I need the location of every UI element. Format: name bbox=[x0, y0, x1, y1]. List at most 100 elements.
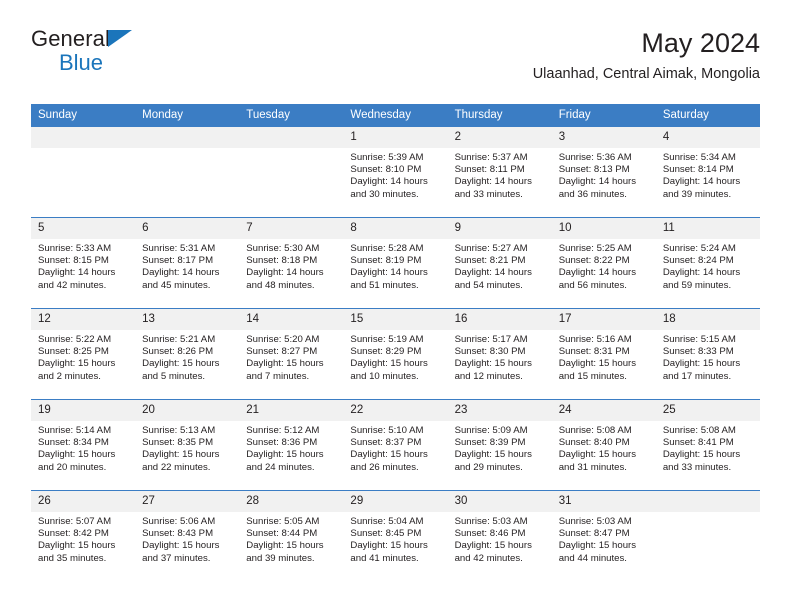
sunrise-text: Sunrise: 5:24 AM bbox=[662, 243, 736, 254]
daylight-text-line2: and 30 minutes. bbox=[350, 188, 419, 200]
weekday-header-row: Sunday Monday Tuesday Wednesday Thursday… bbox=[31, 104, 760, 127]
triangle-icon bbox=[108, 30, 132, 47]
day-number: 23 bbox=[447, 400, 552, 421]
day-cell[interactable]: 10 Sunrise: 5:25 AM Sunset: 8:22 PM Dayligh… bbox=[551, 217, 656, 309]
weekday-header-sunday: Sunday bbox=[31, 104, 136, 127]
daylight-text-line2: and 33 minutes. bbox=[662, 461, 732, 473]
day-cell[interactable]: 5 Sunrise: 5:33 AM Sunset: 8:15 PM Daylight… bbox=[31, 217, 136, 309]
day-number: 2 bbox=[447, 127, 552, 148]
day-details: Sunrise: 5:14 AM Sunset: 8:34 PM Daylight:… bbox=[31, 421, 135, 474]
day-cell[interactable]: 27 Sunrise: 5:06 AM Sunset: 8:43 PM Dayligh… bbox=[135, 490, 240, 581]
sunrise-text: Sunrise: 5:08 AM bbox=[662, 425, 736, 436]
day-cell[interactable]: 7 Sunrise: 5:30 AM Sunset: 8:18 PM Daylight… bbox=[239, 217, 344, 309]
day-cell[interactable]: 2 Sunrise: 5:37 AM Sunset: 8:11 PM Daylight… bbox=[447, 127, 552, 218]
day-number: 30 bbox=[447, 491, 552, 512]
daylight-text-line1: Daylight: 15 hours bbox=[38, 540, 116, 552]
sunrise-text: Sunrise: 5:22 AM bbox=[38, 334, 112, 345]
daylight-text-line1: Daylight: 14 hours bbox=[454, 176, 532, 188]
calendar-body: 1 Sunrise: 5:39 AM Sunset: 8:10 PM Daylight… bbox=[31, 127, 760, 581]
day-number: 5 bbox=[31, 218, 136, 239]
daylight-text-line1: Daylight: 14 hours bbox=[558, 267, 637, 279]
calendar-week-row: 26 Sunrise: 5:07 AM Sunset: 8:42 PM Dayligh… bbox=[31, 490, 760, 581]
day-cell[interactable]: 21 Sunrise: 5:12 AM Sunset: 8:36 PM Dayligh… bbox=[239, 399, 344, 491]
day-cell[interactable]: 29 Sunrise: 5:04 AM Sunset: 8:45 PM Dayligh… bbox=[343, 490, 448, 581]
day-details: Sunrise: 5:22 AM Sunset: 8:25 PM Daylight:… bbox=[31, 330, 135, 383]
day-details: Sunrise: 5:30 AM Sunset: 8:18 PM Daylight:… bbox=[239, 239, 343, 292]
day-number: 28 bbox=[239, 491, 344, 512]
day-cell[interactable]: 8 Sunrise: 5:28 AM Sunset: 8:19 PM Daylight… bbox=[343, 217, 448, 309]
day-details: Sunrise: 5:13 AM Sunset: 8:35 PM Daylight:… bbox=[135, 421, 239, 474]
sunrise-text: Sunrise: 5:10 AM bbox=[350, 425, 424, 436]
daylight-text-line2: and 7 minutes. bbox=[246, 370, 310, 382]
day-cell[interactable]: 28 Sunrise: 5:05 AM Sunset: 8:44 PM Dayligh… bbox=[239, 490, 344, 581]
day-cell[interactable]: 4 Sunrise: 5:34 AM Sunset: 8:14 PM Daylight… bbox=[655, 127, 760, 218]
day-cell[interactable]: 14 Sunrise: 5:20 AM Sunset: 8:27 PM Dayligh… bbox=[239, 308, 344, 400]
daylight-text-line1: Daylight: 15 hours bbox=[350, 449, 428, 461]
sunset-text: Sunset: 8:34 PM bbox=[38, 437, 109, 449]
day-cell[interactable]: 18 Sunrise: 5:15 AM Sunset: 8:33 PM Dayligh… bbox=[655, 308, 760, 400]
sunrise-text: Sunrise: 5:03 AM bbox=[454, 516, 528, 527]
day-cell[interactable]: 6 Sunrise: 5:31 AM Sunset: 8:17 PM Daylight… bbox=[135, 217, 240, 309]
sunset-text: Sunset: 8:36 PM bbox=[246, 437, 318, 449]
day-cell[interactable]: 15 Sunrise: 5:19 AM Sunset: 8:29 PM Dayligh… bbox=[343, 308, 448, 400]
sunset-text: Sunset: 8:24 PM bbox=[662, 255, 734, 267]
sunrise-text: Sunrise: 5:39 AM bbox=[350, 152, 424, 163]
day-cell[interactable]: 3 Sunrise: 5:36 AM Sunset: 8:13 PM Daylight… bbox=[551, 127, 656, 218]
calendar-week-row: 12 Sunrise: 5:22 AM Sunset: 8:25 PM Dayligh… bbox=[31, 308, 760, 400]
day-cell[interactable]: 19 Sunrise: 5:14 AM Sunset: 8:34 PM Dayligh… bbox=[31, 399, 136, 491]
sunrise-text: Sunrise: 5:27 AM bbox=[454, 243, 528, 254]
day-number: 31 bbox=[551, 491, 656, 512]
sunrise-text: Sunrise: 5:03 AM bbox=[558, 516, 632, 527]
day-details: Sunrise: 5:24 AM Sunset: 8:24 PM Daylight:… bbox=[656, 239, 760, 292]
sunset-text: Sunset: 8:46 PM bbox=[454, 528, 526, 540]
calendar-page: General Blue May 2024 Ulaanhad, Central … bbox=[0, 0, 792, 612]
sunrise-text: Sunrise: 5:17 AM bbox=[454, 334, 528, 345]
day-cell[interactable]: 16 Sunrise: 5:17 AM Sunset: 8:30 PM Dayligh… bbox=[447, 308, 552, 400]
day-cell[interactable]: 22 Sunrise: 5:10 AM Sunset: 8:37 PM Dayligh… bbox=[343, 399, 448, 491]
page-header: General Blue May 2024 Ulaanhad, Central … bbox=[31, 26, 760, 96]
day-cell[interactable]: 23 Sunrise: 5:09 AM Sunset: 8:39 PM Dayligh… bbox=[447, 399, 552, 491]
daylight-text-line1: Daylight: 15 hours bbox=[142, 358, 220, 370]
daylight-text-line1: Daylight: 14 hours bbox=[662, 267, 741, 279]
sunrise-text: Sunrise: 5:04 AM bbox=[350, 516, 424, 527]
sunset-text: Sunset: 8:30 PM bbox=[454, 346, 526, 358]
daylight-text-line1: Daylight: 15 hours bbox=[558, 358, 637, 370]
daylight-text-line2: and 39 minutes. bbox=[246, 552, 315, 564]
daylight-text-line2: and 59 minutes. bbox=[662, 279, 732, 291]
daylight-text-line2: and 29 minutes. bbox=[454, 461, 523, 473]
calendar-grid: Sunday Monday Tuesday Wednesday Thursday… bbox=[31, 104, 760, 581]
day-details: Sunrise: 5:21 AM Sunset: 8:26 PM Daylight:… bbox=[135, 330, 239, 383]
sunset-text: Sunset: 8:13 PM bbox=[558, 164, 630, 176]
day-details: Sunrise: 5:19 AM Sunset: 8:29 PM Daylight:… bbox=[343, 330, 447, 383]
day-cell[interactable]: 13 Sunrise: 5:21 AM Sunset: 8:26 PM Dayligh… bbox=[135, 308, 240, 400]
sunset-text: Sunset: 8:33 PM bbox=[662, 346, 734, 358]
day-cell[interactable]: 17 Sunrise: 5:16 AM Sunset: 8:31 PM Dayligh… bbox=[551, 308, 656, 400]
day-cell[interactable]: 24 Sunrise: 5:08 AM Sunset: 8:40 PM Dayligh… bbox=[551, 399, 656, 491]
day-cell[interactable]: 26 Sunrise: 5:07 AM Sunset: 8:42 PM Dayligh… bbox=[31, 490, 136, 581]
daylight-text-line2: and 10 minutes. bbox=[350, 370, 419, 382]
day-cell[interactable]: 25 Sunrise: 5:08 AM Sunset: 8:41 PM Dayligh… bbox=[655, 399, 760, 491]
day-cell[interactable]: 31 Sunrise: 5:03 AM Sunset: 8:47 PM Dayligh… bbox=[551, 490, 656, 581]
sunset-text: Sunset: 8:44 PM bbox=[246, 528, 318, 540]
day-cell[interactable]: 11 Sunrise: 5:24 AM Sunset: 8:24 PM Dayligh… bbox=[655, 217, 760, 309]
daylight-text-line1: Daylight: 15 hours bbox=[662, 358, 741, 370]
day-details: Sunrise: 5:27 AM Sunset: 8:21 PM Daylight:… bbox=[448, 239, 552, 292]
daylight-text-line2: and 12 minutes. bbox=[454, 370, 523, 382]
sunrise-text: Sunrise: 5:14 AM bbox=[38, 425, 112, 436]
day-details: Sunrise: 5:07 AM Sunset: 8:42 PM Daylight:… bbox=[31, 512, 135, 565]
day-cell[interactable]: 30 Sunrise: 5:03 AM Sunset: 8:46 PM Dayligh… bbox=[447, 490, 552, 581]
sunset-text: Sunset: 8:31 PM bbox=[558, 346, 630, 358]
day-cell[interactable]: 20 Sunrise: 5:13 AM Sunset: 8:35 PM Dayligh… bbox=[135, 399, 240, 491]
daylight-text-line1: Daylight: 15 hours bbox=[142, 449, 220, 461]
day-cell[interactable]: 12 Sunrise: 5:22 AM Sunset: 8:25 PM Dayligh… bbox=[31, 308, 136, 400]
daylight-text-line1: Daylight: 15 hours bbox=[558, 449, 637, 461]
sunrise-text: Sunrise: 5:15 AM bbox=[662, 334, 736, 345]
sunset-text: Sunset: 8:25 PM bbox=[38, 346, 109, 358]
day-details: Sunrise: 5:08 AM Sunset: 8:41 PM Daylight:… bbox=[656, 421, 760, 474]
day-cell[interactable]: 1 Sunrise: 5:39 AM Sunset: 8:10 PM Daylight… bbox=[343, 127, 448, 218]
daylight-text-line2: and 45 minutes. bbox=[142, 279, 211, 291]
day-details: Sunrise: 5:39 AM Sunset: 8:10 PM Daylight:… bbox=[343, 148, 447, 201]
sunset-text: Sunset: 8:21 PM bbox=[454, 255, 526, 267]
day-cell[interactable]: 9 Sunrise: 5:27 AM Sunset: 8:21 PM Daylight… bbox=[447, 217, 552, 309]
daylight-text-line2: and 42 minutes. bbox=[454, 552, 523, 564]
